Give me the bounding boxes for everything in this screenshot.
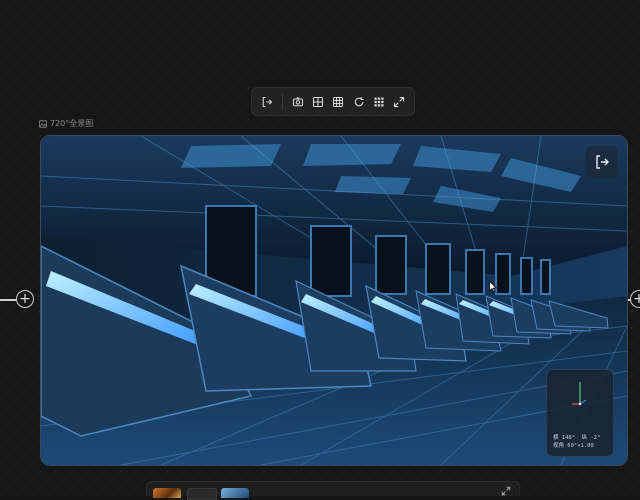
view-angle-line: 横 148° 纵 -2° — [553, 435, 601, 441]
grid-button[interactable] — [309, 92, 327, 112]
image-icon — [39, 119, 47, 128]
toolbar-divider — [282, 93, 284, 110]
rotate-button[interactable] — [350, 92, 368, 112]
thumbnail-item[interactable] — [187, 488, 217, 500]
panorama-image — [41, 136, 627, 465]
thumbnail-item[interactable] — [221, 488, 249, 498]
expand-icon — [393, 96, 404, 107]
rotate-icon — [354, 96, 364, 106]
mouse-cursor-icon — [489, 281, 497, 293]
thumbnail-item[interactable] — [153, 488, 181, 498]
thumbnail-strip — [146, 481, 520, 500]
view-readout: 横 148° 纵 -2° 视角 60°×1.00 — [553, 434, 600, 450]
node-label-text: 720°全景图 — [50, 119, 94, 128]
exit-icon — [262, 96, 273, 107]
node-label: 720°全景图 — [39, 118, 93, 129]
exit-icon — [596, 155, 609, 169]
exit-panorama-button[interactable] — [586, 146, 618, 178]
toolbar — [251, 87, 415, 116]
camera-icon — [293, 96, 304, 106]
exit-button[interactable] — [258, 92, 276, 112]
left-add-handle[interactable]: + — [16, 290, 34, 308]
fullscreen-button[interactable] — [390, 92, 408, 112]
left-connector-line — [0, 299, 16, 301]
grid-dense-button[interactable] — [329, 92, 347, 112]
expand-icon[interactable] — [501, 486, 511, 496]
screenshot-button[interactable] — [289, 92, 307, 112]
dots-grid-button[interactable] — [370, 92, 388, 112]
panorama-viewer[interactable]: 横 148° 纵 -2° 视角 60°×1.00 — [40, 135, 628, 466]
grid-icon — [313, 96, 324, 107]
grid-dense-icon — [333, 96, 344, 107]
right-add-handle[interactable]: + — [630, 290, 640, 308]
dots-grid-icon — [374, 97, 384, 106]
view-fov-line: 视角 60°×1.00 — [553, 443, 594, 449]
axes-icon — [572, 382, 587, 406]
orientation-gizmo: 横 148° 纵 -2° 视角 60°×1.00 — [546, 369, 614, 457]
